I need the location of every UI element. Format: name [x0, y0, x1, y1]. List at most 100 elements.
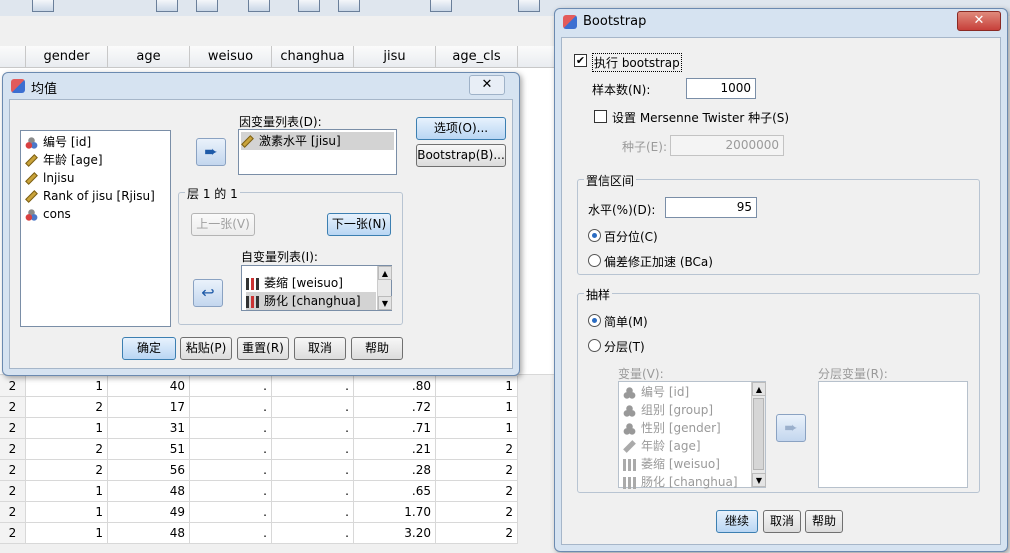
- table-cell[interactable]: .: [272, 460, 354, 481]
- split-icon[interactable]: [196, 0, 218, 12]
- simple-radio[interactable]: [588, 314, 601, 327]
- table-cell[interactable]: .71: [354, 418, 436, 439]
- column-header-age-cls[interactable]: age_cls: [436, 46, 518, 68]
- toolbar-icon[interactable]: [32, 0, 54, 12]
- list-item[interactable]: 年龄 [age]: [623, 437, 701, 455]
- column-header-age[interactable]: age: [108, 46, 190, 68]
- help-button[interactable]: 帮助: [351, 337, 403, 360]
- table-cell[interactable]: 1: [26, 418, 108, 439]
- list-item[interactable]: 性别 [gender]: [623, 419, 721, 437]
- scroll-thumb[interactable]: [753, 398, 764, 470]
- table-cell[interactable]: .: [272, 439, 354, 460]
- source-variable-list[interactable]: 编号 [id] 年龄 [age] lnjisu Rank of jisu [Rjisu…: [20, 130, 171, 327]
- dependent-list[interactable]: 激素水平 [jisu]: [238, 129, 397, 175]
- cancel-button[interactable]: 取消: [294, 337, 346, 360]
- table-cell[interactable]: 2: [436, 439, 518, 460]
- table-cell[interactable]: 1: [26, 523, 108, 544]
- move-to-strata-button[interactable]: ➨: [776, 414, 806, 442]
- bootstrap-button[interactable]: Bootstrap(B)...: [416, 144, 506, 167]
- stratified-label[interactable]: 分层(T): [604, 338, 645, 355]
- set-seed-label[interactable]: 设置 Mersenne Twister 种子(S): [612, 109, 789, 126]
- list-item[interactable]: 组别 [group]: [623, 401, 713, 419]
- row-cell-first[interactable]: 2: [0, 397, 26, 418]
- move-to-dependent-button[interactable]: ➨: [196, 138, 226, 166]
- column-header-weisuo[interactable]: weisuo: [190, 46, 272, 68]
- table-cell[interactable]: .: [272, 418, 354, 439]
- use-sets-icon[interactable]: [518, 0, 540, 12]
- previous-layer-button[interactable]: 上一张(V): [191, 213, 255, 236]
- table-cell[interactable]: 2: [26, 397, 108, 418]
- table-cell[interactable]: 1: [26, 481, 108, 502]
- table-cell[interactable]: .28: [354, 460, 436, 481]
- table-cell[interactable]: .: [272, 481, 354, 502]
- table-cell[interactable]: 2: [436, 502, 518, 523]
- bootstrap-titlebar[interactable]: Bootstrap ✕: [555, 9, 1007, 35]
- table-cell[interactable]: 1.70: [354, 502, 436, 523]
- row-cell-first[interactable]: 2: [0, 502, 26, 523]
- table-cell[interactable]: .: [272, 397, 354, 418]
- scroll-up-icon[interactable]: ▲: [378, 266, 392, 280]
- row-cell-first[interactable]: 2: [0, 460, 26, 481]
- insert-variable-icon[interactable]: [156, 0, 178, 12]
- dependent-item[interactable]: 激素水平 [jisu]: [241, 132, 394, 150]
- strata-list[interactable]: [818, 381, 968, 488]
- bca-radio[interactable]: [588, 254, 601, 267]
- continue-button[interactable]: 继续: [716, 510, 758, 533]
- table-cell[interactable]: 51: [108, 439, 190, 460]
- list-item[interactable]: 编号 [id]: [623, 383, 689, 401]
- table-cell[interactable]: .: [190, 376, 272, 397]
- scroll-down-icon[interactable]: ▼: [752, 473, 766, 487]
- row-cell-first[interactable]: 2: [0, 376, 26, 397]
- table-cell[interactable]: .: [190, 460, 272, 481]
- options-button[interactable]: 选项(O)...: [416, 117, 506, 140]
- perform-bootstrap-label[interactable]: 执行 bootstrap: [592, 53, 682, 72]
- column-header-jisu[interactable]: jisu: [354, 46, 436, 68]
- independent-item[interactable]: 萎缩 [weisuo]: [246, 274, 343, 292]
- cancel-button[interactable]: 取消: [763, 510, 801, 533]
- table-cell[interactable]: 1: [436, 376, 518, 397]
- value-labels-icon[interactable]: [338, 0, 360, 12]
- table-cell[interactable]: .72: [354, 397, 436, 418]
- percentile-radio[interactable]: [588, 229, 601, 242]
- bca-label[interactable]: 偏差修正加速 (BCa): [604, 253, 713, 270]
- move-to-independent-button[interactable]: ↩: [193, 279, 223, 307]
- table-cell[interactable]: 48: [108, 523, 190, 544]
- next-layer-button[interactable]: 下一张(N): [327, 213, 391, 236]
- percentile-label[interactable]: 百分位(C): [604, 228, 658, 245]
- table-cell[interactable]: .: [190, 397, 272, 418]
- level-input[interactable]: 95: [665, 197, 757, 218]
- table-cell[interactable]: .: [190, 439, 272, 460]
- table-cell[interactable]: 31: [108, 418, 190, 439]
- independent-list[interactable]: 萎缩 [weisuo] 肠化 [changhua] ▲ ▼: [241, 265, 392, 311]
- independent-scrollbar[interactable]: ▲ ▼: [377, 266, 392, 310]
- seed-input[interactable]: 2000000: [670, 135, 784, 156]
- list-item[interactable]: 萎缩 [weisuo]: [623, 455, 720, 473]
- sampling-variable-list[interactable]: 编号 [id] 组别 [group] 性别 [gender] 年龄 [age] 萎缩 […: [618, 381, 766, 489]
- close-icon[interactable]: ✕: [469, 75, 505, 95]
- set-seed-checkbox[interactable]: [594, 110, 607, 123]
- table-cell[interactable]: 49: [108, 502, 190, 523]
- means-titlebar[interactable]: 均值 ✕: [3, 73, 519, 99]
- help-button[interactable]: 帮助: [805, 510, 843, 533]
- table-cell[interactable]: 1: [436, 418, 518, 439]
- samples-input[interactable]: 1000: [686, 78, 756, 99]
- table-cell[interactable]: 2: [436, 523, 518, 544]
- column-header-gender[interactable]: gender: [26, 46, 108, 68]
- list-item[interactable]: 编号 [id]: [25, 133, 91, 151]
- table-cell[interactable]: 40: [108, 376, 190, 397]
- table-cell[interactable]: .: [190, 481, 272, 502]
- ok-button[interactable]: 确定: [122, 337, 176, 360]
- close-icon[interactable]: ✕: [957, 11, 1001, 31]
- table-cell[interactable]: .80: [354, 376, 436, 397]
- select-cases-icon[interactable]: [298, 0, 320, 12]
- table-cell[interactable]: .: [190, 502, 272, 523]
- table-cell[interactable]: 1: [26, 502, 108, 523]
- paste-button[interactable]: 粘贴(P): [180, 337, 232, 360]
- list-item[interactable]: Rank of jisu [Rjisu]: [25, 187, 155, 205]
- row-cell-first[interactable]: 2: [0, 439, 26, 460]
- table-cell[interactable]: .65: [354, 481, 436, 502]
- table-cell[interactable]: 1: [26, 376, 108, 397]
- list-item[interactable]: 年龄 [age]: [25, 151, 103, 169]
- table-cell[interactable]: 56: [108, 460, 190, 481]
- column-header-changhua[interactable]: changhua: [272, 46, 354, 68]
